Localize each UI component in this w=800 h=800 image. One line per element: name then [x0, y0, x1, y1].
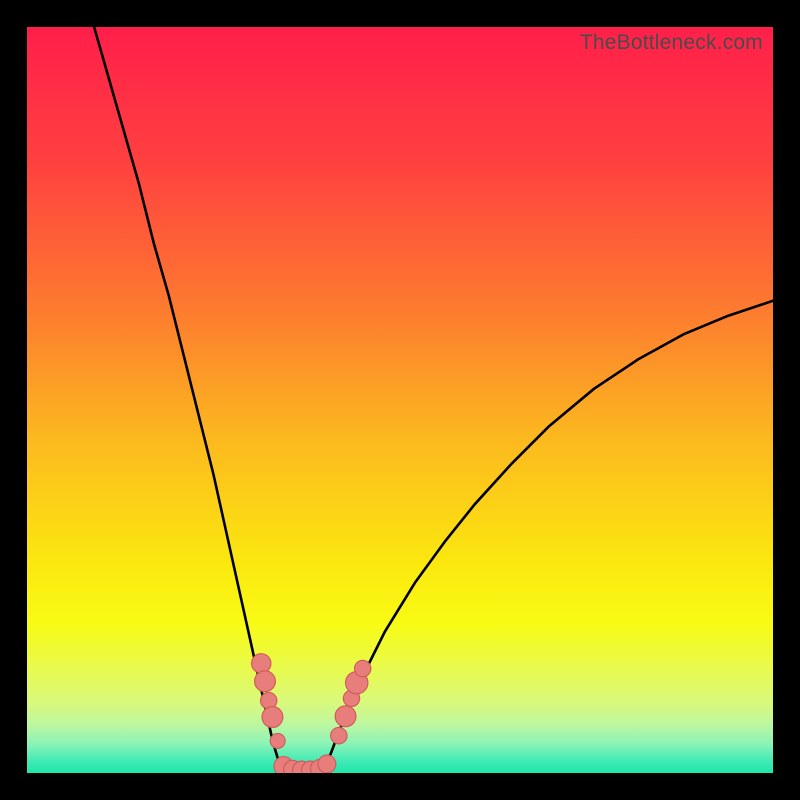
marker-dots [252, 654, 371, 773]
marker-dot [252, 654, 271, 673]
plot-area: TheBottleneck.com [27, 27, 773, 773]
marker-dot [331, 727, 347, 743]
curve-layer [27, 27, 773, 773]
marker-dot [354, 660, 370, 676]
marker-dot [270, 733, 285, 748]
marker-dot [255, 671, 276, 692]
outer-frame: TheBottleneck.com [0, 0, 800, 800]
marker-dot [318, 755, 336, 773]
marker-dot [262, 707, 283, 728]
marker-dot [335, 706, 356, 727]
bottleneck-curve [94, 27, 773, 771]
